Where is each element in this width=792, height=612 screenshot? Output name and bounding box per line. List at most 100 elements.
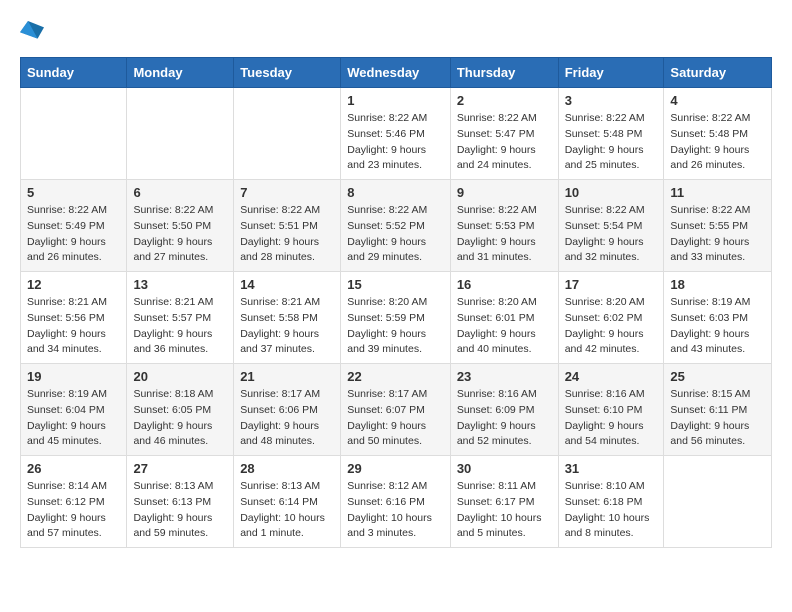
calendar-cell xyxy=(21,88,127,180)
day-number: 4 xyxy=(670,93,765,108)
day-number: 25 xyxy=(670,369,765,384)
calendar-week-4: 19Sunrise: 8:19 AM Sunset: 6:04 PM Dayli… xyxy=(21,364,772,456)
day-info: Sunrise: 8:19 AM Sunset: 6:04 PM Dayligh… xyxy=(27,387,120,450)
day-number: 10 xyxy=(565,185,658,200)
calendar-cell: 3Sunrise: 8:22 AM Sunset: 5:48 PM Daylig… xyxy=(558,88,664,180)
day-info: Sunrise: 8:17 AM Sunset: 6:06 PM Dayligh… xyxy=(240,387,334,450)
calendar-cell: 23 Sunrise: 8:16 AM Sunset: 6:09 PM Dayli… xyxy=(450,364,558,456)
day-number: 28 xyxy=(240,461,334,476)
day-info: Sunrise: 8:22 AM Sunset: 5:51 PM Dayligh… xyxy=(240,203,334,266)
calendar-cell: 12 Sunrise: 8:21 AM Sunset: 5:56 PM Dayli… xyxy=(21,272,127,364)
calendar-cell: 24 Sunrise: 8:16 AM Sunset: 6:10 PM Dayli… xyxy=(558,364,664,456)
day-number: 1 xyxy=(347,93,444,108)
weekday-header-sunday: Sunday xyxy=(21,58,127,88)
day-number: 7 xyxy=(240,185,334,200)
calendar-cell: 14 Sunrise: 8:21 AM Sunset: 5:58 PM Dayli… xyxy=(234,272,341,364)
calendar-cell: 9Sunrise: 8:22 AM Sunset: 5:53 PM Daylig… xyxy=(450,180,558,272)
weekday-header-wednesday: Wednesday xyxy=(341,58,451,88)
calendar-cell: 10 Sunrise: 8:22 AM Sunset: 5:54 PM Dayli… xyxy=(558,180,664,272)
calendar-table: SundayMondayTuesdayWednesdayThursdayFrid… xyxy=(20,57,772,548)
calendar-cell: 8Sunrise: 8:22 AM Sunset: 5:52 PM Daylig… xyxy=(341,180,451,272)
day-info: Sunrise: 8:10 AM Sunset: 6:18 PM Dayligh… xyxy=(565,479,658,542)
calendar-cell: 22 Sunrise: 8:17 AM Sunset: 6:07 PM Dayli… xyxy=(341,364,451,456)
day-number: 26 xyxy=(27,461,120,476)
day-number: 2 xyxy=(457,93,552,108)
day-number: 11 xyxy=(670,185,765,200)
calendar-cell: 21Sunrise: 8:17 AM Sunset: 6:06 PM Dayli… xyxy=(234,364,341,456)
day-number: 15 xyxy=(347,277,444,292)
day-number: 3 xyxy=(565,93,658,108)
calendar-week-1: 1 Sunrise: 8:22 AM Sunset: 5:46 PM Daylig… xyxy=(21,88,772,180)
calendar-week-5: 26 Sunrise: 8:14 AM Sunset: 6:12 PM Dayli… xyxy=(21,456,772,548)
day-info: Sunrise: 8:22 AM Sunset: 5:48 PM Dayligh… xyxy=(670,111,765,174)
calendar-cell: 30 Sunrise: 8:11 AM Sunset: 6:17 PM Dayli… xyxy=(450,456,558,548)
calendar-cell: 4 Sunrise: 8:22 AM Sunset: 5:48 PM Daylig… xyxy=(664,88,772,180)
calendar-cell: 25 Sunrise: 8:15 AM Sunset: 6:11 PM Dayli… xyxy=(664,364,772,456)
day-info: Sunrise: 8:13 AM Sunset: 6:13 PM Dayligh… xyxy=(133,479,227,542)
calendar-cell: 7 Sunrise: 8:22 AM Sunset: 5:51 PM Daylig… xyxy=(234,180,341,272)
calendar-cell: 29Sunrise: 8:12 AM Sunset: 6:16 PM Dayli… xyxy=(341,456,451,548)
weekday-header-row: SundayMondayTuesdayWednesdayThursdayFrid… xyxy=(21,58,772,88)
day-info: Sunrise: 8:22 AM Sunset: 5:47 PM Dayligh… xyxy=(457,111,552,174)
calendar-cell: 1 Sunrise: 8:22 AM Sunset: 5:46 PM Daylig… xyxy=(341,88,451,180)
calendar-cell: 15Sunrise: 8:20 AM Sunset: 5:59 PM Dayli… xyxy=(341,272,451,364)
day-number: 8 xyxy=(347,185,444,200)
calendar-cell xyxy=(127,88,234,180)
calendar-week-2: 5 Sunrise: 8:22 AM Sunset: 5:49 PM Daylig… xyxy=(21,180,772,272)
calendar-cell xyxy=(234,88,341,180)
day-info: Sunrise: 8:20 AM Sunset: 6:02 PM Dayligh… xyxy=(565,295,658,358)
weekday-header-friday: Friday xyxy=(558,58,664,88)
day-info: Sunrise: 8:17 AM Sunset: 6:07 PM Dayligh… xyxy=(347,387,444,450)
day-number: 6 xyxy=(133,185,227,200)
calendar-cell: 11 Sunrise: 8:22 AM Sunset: 5:55 PM Dayli… xyxy=(664,180,772,272)
day-info: Sunrise: 8:18 AM Sunset: 6:05 PM Dayligh… xyxy=(133,387,227,450)
day-info: Sunrise: 8:22 AM Sunset: 5:54 PM Dayligh… xyxy=(565,203,658,266)
day-info: Sunrise: 8:22 AM Sunset: 5:50 PM Dayligh… xyxy=(133,203,227,266)
day-number: 14 xyxy=(240,277,334,292)
day-number: 23 xyxy=(457,369,552,384)
page-header xyxy=(20,20,772,41)
day-info: Sunrise: 8:11 AM Sunset: 6:17 PM Dayligh… xyxy=(457,479,552,542)
day-number: 24 xyxy=(565,369,658,384)
day-number: 30 xyxy=(457,461,552,476)
day-number: 18 xyxy=(670,277,765,292)
day-number: 5 xyxy=(27,185,120,200)
day-info: Sunrise: 8:19 AM Sunset: 6:03 PM Dayligh… xyxy=(670,295,765,358)
day-number: 31 xyxy=(565,461,658,476)
day-number: 29 xyxy=(347,461,444,476)
day-info: Sunrise: 8:21 AM Sunset: 5:58 PM Dayligh… xyxy=(240,295,334,358)
day-number: 16 xyxy=(457,277,552,292)
day-info: Sunrise: 8:22 AM Sunset: 5:55 PM Dayligh… xyxy=(670,203,765,266)
day-info: Sunrise: 8:14 AM Sunset: 6:12 PM Dayligh… xyxy=(27,479,120,542)
calendar-cell: 18 Sunrise: 8:19 AM Sunset: 6:03 PM Dayli… xyxy=(664,272,772,364)
weekday-header-monday: Monday xyxy=(127,58,234,88)
day-number: 20 xyxy=(133,369,227,384)
calendar-cell: 13Sunrise: 8:21 AM Sunset: 5:57 PM Dayli… xyxy=(127,272,234,364)
weekday-header-tuesday: Tuesday xyxy=(234,58,341,88)
day-number: 27 xyxy=(133,461,227,476)
day-info: Sunrise: 8:16 AM Sunset: 6:09 PM Dayligh… xyxy=(457,387,552,450)
logo xyxy=(20,20,48,41)
calendar-cell: 16Sunrise: 8:20 AM Sunset: 6:01 PM Dayli… xyxy=(450,272,558,364)
logo-icon xyxy=(20,21,44,41)
day-number: 13 xyxy=(133,277,227,292)
day-number: 17 xyxy=(565,277,658,292)
day-number: 12 xyxy=(27,277,120,292)
day-info: Sunrise: 8:13 AM Sunset: 6:14 PM Dayligh… xyxy=(240,479,334,542)
calendar-cell: 27 Sunrise: 8:13 AM Sunset: 6:13 PM Dayli… xyxy=(127,456,234,548)
weekday-header-thursday: Thursday xyxy=(450,58,558,88)
day-info: Sunrise: 8:22 AM Sunset: 5:49 PM Dayligh… xyxy=(27,203,120,266)
calendar-cell: 5 Sunrise: 8:22 AM Sunset: 5:49 PM Daylig… xyxy=(21,180,127,272)
day-info: Sunrise: 8:15 AM Sunset: 6:11 PM Dayligh… xyxy=(670,387,765,450)
day-number: 9 xyxy=(457,185,552,200)
day-info: Sunrise: 8:21 AM Sunset: 5:56 PM Dayligh… xyxy=(27,295,120,358)
calendar-cell: 26 Sunrise: 8:14 AM Sunset: 6:12 PM Dayli… xyxy=(21,456,127,548)
calendar-cell: 28 Sunrise: 8:13 AM Sunset: 6:14 PM Dayli… xyxy=(234,456,341,548)
calendar-cell: 6 Sunrise: 8:22 AM Sunset: 5:50 PM Daylig… xyxy=(127,180,234,272)
day-info: Sunrise: 8:22 AM Sunset: 5:46 PM Dayligh… xyxy=(347,111,444,174)
day-info: Sunrise: 8:16 AM Sunset: 6:10 PM Dayligh… xyxy=(565,387,658,450)
calendar-cell: 31 Sunrise: 8:10 AM Sunset: 6:18 PM Dayli… xyxy=(558,456,664,548)
day-number: 22 xyxy=(347,369,444,384)
calendar-week-3: 12 Sunrise: 8:21 AM Sunset: 5:56 PM Dayli… xyxy=(21,272,772,364)
calendar-cell xyxy=(664,456,772,548)
